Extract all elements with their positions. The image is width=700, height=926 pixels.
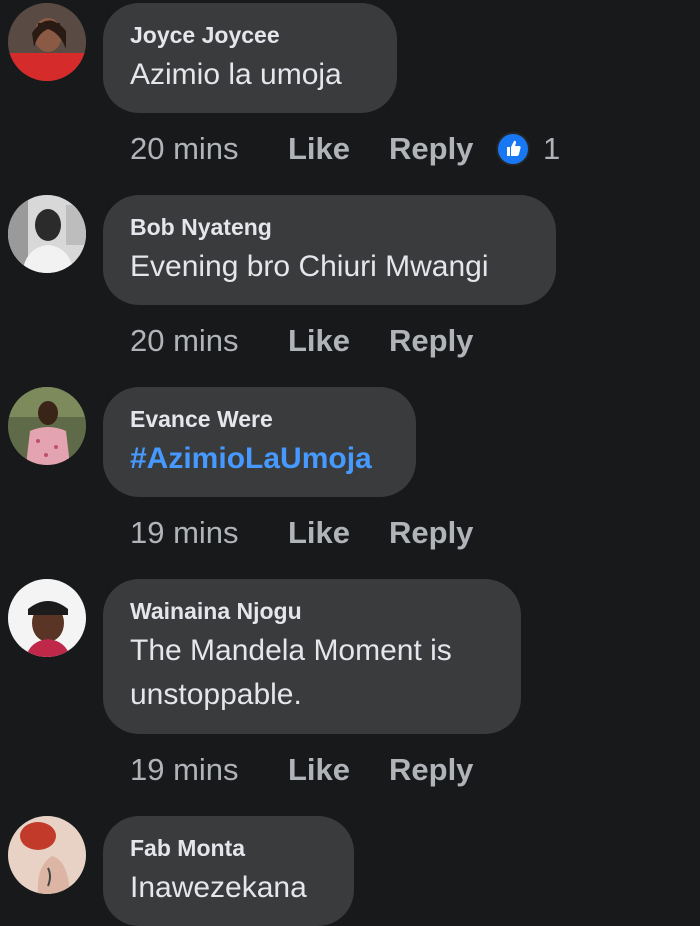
comment-timestamp[interactable]: 20 mins <box>130 321 239 361</box>
comment-text: The Mandela Moment is unstoppable. <box>130 629 494 717</box>
avatar-photo <box>8 579 86 657</box>
comment-timestamp[interactable]: 19 mins <box>130 513 239 553</box>
like-button[interactable]: Like <box>288 321 350 361</box>
comment-actions: 20 mins Like Reply <box>130 321 490 361</box>
hashtag-link[interactable]: #AzimioLaUmoja <box>130 437 389 481</box>
comment-actions: 19 mins Like Reply <box>130 750 490 790</box>
reply-button[interactable]: Reply <box>389 750 473 790</box>
comment-timestamp[interactable]: 20 mins <box>130 129 239 169</box>
avatar-photo <box>8 816 86 894</box>
comment-timestamp[interactable]: 19 mins <box>130 750 239 790</box>
avatar[interactable] <box>8 816 86 894</box>
avatar[interactable] <box>8 579 86 657</box>
comment-actions: 20 mins Like Reply 1 <box>130 129 600 169</box>
comment-text: Inawezekana <box>130 871 307 904</box>
like-icon[interactable] <box>496 132 530 166</box>
comment-bubble: Wainaina Njogu The Mandela Moment is uns… <box>103 579 521 734</box>
avatar[interactable] <box>8 3 86 81</box>
avatar[interactable] <box>8 195 86 273</box>
like-button[interactable]: Like <box>288 513 350 553</box>
reply-button[interactable]: Reply <box>389 129 473 169</box>
comment-actions: 19 mins Like Reply <box>130 513 490 553</box>
comment-text: Azimio la umoja <box>130 58 342 91</box>
comment-bubble: Bob Nyateng Evening bro Chiuri Mwangi <box>103 195 556 305</box>
comment-text-line: The Mandela Moment is <box>130 634 452 667</box>
like-button[interactable]: Like <box>288 750 350 790</box>
comment-author[interactable]: Bob Nyateng <box>130 213 529 241</box>
comment-author[interactable]: Joyce Joycee <box>130 21 370 49</box>
comment-text: Evening bro Chiuri Mwangi <box>130 250 489 283</box>
reply-button[interactable]: Reply <box>389 513 473 553</box>
like-button[interactable]: Like <box>288 129 350 169</box>
comment-bubble: Fab Monta Inawezekana <box>103 816 354 926</box>
avatar-photo <box>8 3 86 81</box>
avatar[interactable] <box>8 387 86 465</box>
reaction-count[interactable]: 1 <box>543 129 560 169</box>
reply-button[interactable]: Reply <box>389 321 473 361</box>
comment-author[interactable]: Evance Were <box>130 405 389 433</box>
comment-bubble: Evance Were #AzimioLaUmoja <box>103 387 416 497</box>
avatar-photo <box>8 195 86 273</box>
avatar-photo <box>8 387 86 465</box>
comment-author[interactable]: Wainaina Njogu <box>130 597 494 625</box>
comment-author[interactable]: Fab Monta <box>130 834 327 862</box>
comment-bubble: Joyce Joycee Azimio la umoja <box>103 3 397 113</box>
comment-text-line: unstoppable. <box>130 678 302 711</box>
